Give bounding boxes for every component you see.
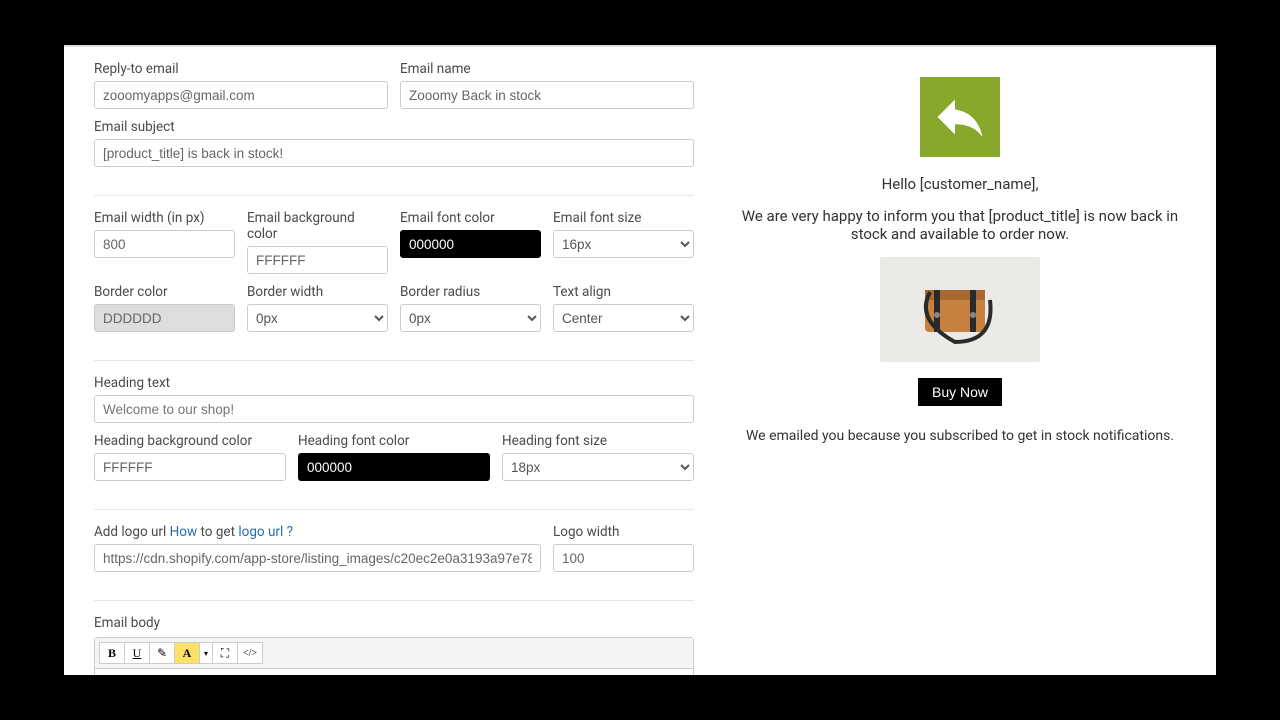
border-width-select[interactable]: 0px	[247, 304, 388, 332]
email-font-color-input[interactable]	[400, 230, 541, 258]
preview-product-image	[880, 257, 1040, 362]
email-preview: Hello [customer_name], We are very happy…	[694, 47, 1216, 675]
heading-text-input[interactable]	[94, 395, 694, 423]
email-name-label: Email name	[400, 61, 694, 77]
rich-text-editor: B U ✎ A ▾ ⛶ </> Hello [customer_name],	[94, 637, 694, 675]
logo-url-link[interactable]: logo url ?	[238, 524, 293, 540]
heading-font-color-input[interactable]	[298, 453, 490, 481]
how-link[interactable]: How	[170, 524, 197, 540]
border-color-label: Border color	[94, 284, 235, 300]
heading-font-color-label: Heading font color	[298, 433, 490, 449]
underline-button[interactable]: U	[124, 642, 150, 664]
reply-to-input[interactable]	[94, 81, 388, 109]
border-radius-select[interactable]: 0px	[400, 304, 541, 332]
reply-to-label: Reply-to email	[94, 61, 388, 77]
preview-footnote: We emailed you because you subscribed to…	[724, 428, 1196, 444]
rte-body[interactable]: Hello [customer_name],	[95, 669, 693, 675]
heading-bg-input[interactable]	[94, 453, 286, 481]
text-align-select[interactable]: Center	[553, 304, 694, 332]
email-body-label: Email body	[94, 615, 694, 631]
code-view-button[interactable]: </>	[237, 642, 263, 664]
font-color-button[interactable]: A	[174, 642, 200, 664]
heading-font-size-label: Heading font size	[502, 433, 694, 449]
rte-toolbar: B U ✎ A ▾ ⛶ </>	[95, 638, 693, 669]
email-width-input[interactable]	[94, 230, 235, 258]
email-width-label: Email width (in px)	[94, 210, 235, 226]
email-subject-label: Email subject	[94, 119, 694, 135]
logo-url-input[interactable]	[94, 544, 541, 572]
heading-bg-label: Heading background color	[94, 433, 286, 449]
logo-width-label: Logo width	[553, 524, 694, 540]
preview-greeting: Hello [customer_name],	[724, 175, 1196, 193]
preview-logo	[920, 77, 1000, 157]
eraser-icon: ✎	[157, 646, 167, 661]
email-name-input[interactable]	[400, 81, 694, 109]
heading-font-size-select[interactable]: 18px	[502, 453, 694, 481]
border-color-input[interactable]	[94, 304, 235, 332]
email-font-color-label: Email font color	[400, 210, 541, 226]
email-bg-label: Email background color	[247, 210, 388, 242]
border-width-label: Border width	[247, 284, 388, 300]
bold-button[interactable]: B	[99, 642, 125, 664]
eraser-button[interactable]: ✎	[149, 642, 175, 664]
font-color-dropdown[interactable]: ▾	[199, 642, 213, 664]
text-align-label: Text align	[553, 284, 694, 300]
expand-icon: ⛶	[221, 646, 229, 661]
preview-message: We are very happy to inform you that [pr…	[724, 207, 1196, 243]
reply-arrow-icon	[930, 87, 990, 147]
fullscreen-button[interactable]: ⛶	[212, 642, 238, 664]
email-font-size-label: Email font size	[553, 210, 694, 226]
heading-text-label: Heading text	[94, 375, 694, 391]
email-bg-input[interactable]	[247, 246, 388, 274]
border-radius-label: Border radius	[400, 284, 541, 300]
buy-now-button[interactable]: Buy Now	[918, 378, 1002, 406]
logo-width-input[interactable]	[553, 544, 694, 572]
email-font-size-select[interactable]: 16px	[553, 230, 694, 258]
email-subject-input[interactable]	[94, 139, 694, 167]
logo-url-label: Add logo url How to get logo url ?	[94, 524, 541, 540]
